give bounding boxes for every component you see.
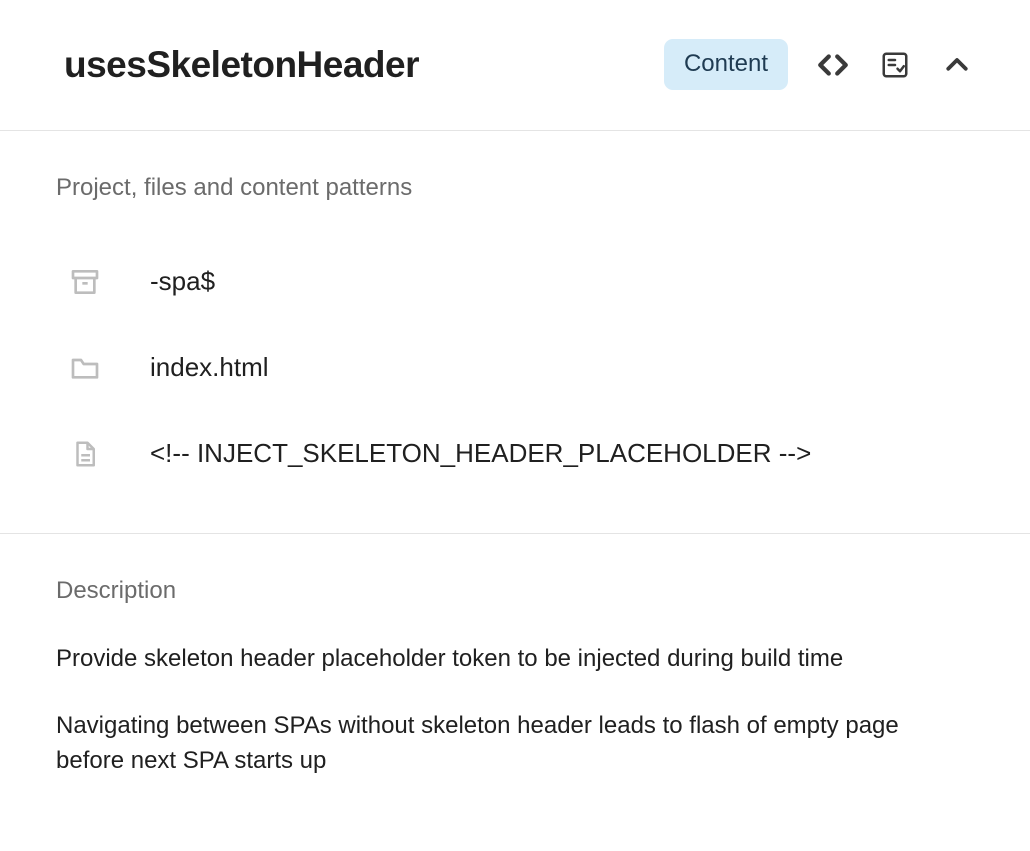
file-icon	[68, 438, 102, 470]
panel-header: usesSkeletonHeader Content	[0, 0, 1030, 131]
description-paragraph: Provide skeleton header placeholder toke…	[56, 642, 956, 677]
content-chip[interactable]: Content	[664, 39, 788, 90]
code-icon[interactable]	[816, 48, 850, 82]
pattern-text: -spa$	[150, 263, 215, 301]
description-paragraph: Navigating between SPAs without skeleton…	[56, 709, 956, 779]
panel-title: usesSkeletonHeader	[64, 38, 419, 92]
patterns-section: Project, files and content patterns -spa…	[0, 131, 1030, 534]
checklist-icon[interactable]	[878, 48, 912, 82]
pattern-row: index.html	[0, 325, 1030, 411]
description-section: Description Provide skeleton header plac…	[0, 534, 1030, 851]
pattern-row: -spa$	[0, 239, 1030, 325]
pattern-text: index.html	[150, 349, 269, 387]
pattern-row: <!-- INJECT_SKELETON_HEADER_PLACEHOLDER …	[0, 411, 1030, 497]
patterns-label: Project, files and content patterns	[0, 131, 1030, 240]
pattern-text: <!-- INJECT_SKELETON_HEADER_PLACEHOLDER …	[150, 435, 811, 473]
panel: usesSkeletonHeader Content Project, file…	[0, 0, 1030, 851]
description-label: Description	[56, 534, 974, 643]
archive-icon	[68, 266, 102, 298]
collapse-icon[interactable]	[940, 48, 974, 82]
header-actions: Content	[664, 39, 974, 90]
folder-icon	[68, 352, 102, 384]
